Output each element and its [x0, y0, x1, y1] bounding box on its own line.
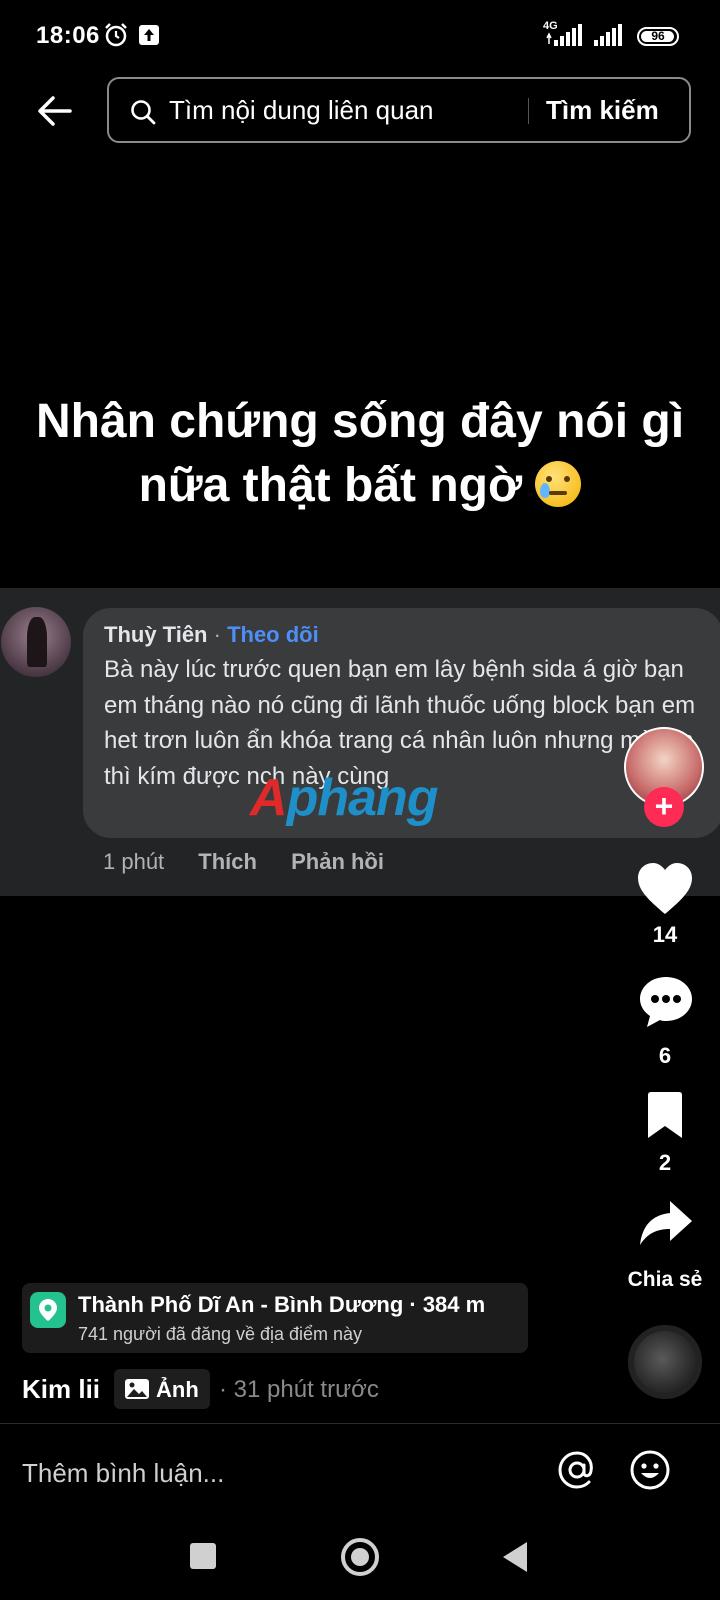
headline-line-2: nữa thật bất ngờ [0, 454, 720, 518]
bookmark-icon[interactable] [645, 1092, 685, 1140]
comment-author: Thuỳ Tiên [104, 622, 208, 647]
watermark-first: A [250, 769, 288, 827]
battery-text: 96 [651, 29, 665, 43]
location-pin-icon [30, 1292, 66, 1328]
home-button[interactable] [341, 1538, 379, 1576]
commenter-avatar [1, 607, 71, 677]
alarm-icon [105, 23, 127, 47]
comment-follow-link: Theo dõi [227, 622, 319, 647]
comment-reply-label: Phản hồi [291, 849, 384, 874]
comment-header: Thuỳ Tiên · Theo dõi [104, 622, 319, 648]
music-disc-icon[interactable] [628, 1325, 702, 1399]
location-title: Thành Phố Dĩ An - Bình Dương · 384 m [78, 1292, 486, 1317]
crying-smile-emoji-icon [535, 461, 582, 507]
heart-icon[interactable] [636, 862, 694, 916]
comment-bubble-icon[interactable] [638, 975, 694, 1029]
image-icon [125, 1379, 149, 1399]
save-count: 2 [658, 1150, 672, 1175]
comment-input[interactable]: Thêm bình luận... [22, 1458, 224, 1489]
like-count: 14 [652, 922, 678, 947]
search-bar[interactable]: Tìm nội dung liên quan Tìm kiếm [107, 77, 691, 143]
battery-icon: 96 [637, 27, 679, 46]
signal-icon [594, 24, 622, 46]
location-subtitle: 741 người đã đăng về địa điểm này [78, 1324, 363, 1344]
recent-apps-button[interactable] [190, 1543, 216, 1569]
composer-divider [0, 1423, 720, 1424]
search-input[interactable]: Tìm nội dung liên quan [169, 95, 434, 126]
location-chip[interactable]: Thành Phố Dĩ An - Bình Dương · 384 m 741… [22, 1283, 528, 1353]
post-headline: Nhân chứng sống đây nói gì nữa thật bất … [0, 390, 720, 518]
search-divider [528, 98, 529, 124]
author-name[interactable]: Kim lii [22, 1374, 100, 1405]
watermark-logo: Aphang [250, 768, 439, 828]
emoji-icon[interactable] [629, 1449, 671, 1491]
nav-back-button[interactable] [503, 1542, 527, 1572]
follow-plus-button[interactable]: + [644, 787, 684, 827]
comment-count: 6 [658, 1043, 672, 1068]
photo-label: Ảnh [156, 1377, 199, 1402]
search-button[interactable]: Tìm kiếm [546, 95, 659, 126]
signal-icon [546, 24, 582, 46]
upload-icon [139, 25, 159, 45]
share-arrow-icon[interactable] [638, 1199, 694, 1247]
mention-icon[interactable] [556, 1449, 598, 1491]
comment-like-label: Thích [198, 849, 257, 874]
status-time: 18:06 [36, 22, 100, 49]
comment-separator: · [207, 622, 228, 647]
headline-line-2-text: nữa thật bất ngờ [138, 459, 523, 512]
back-arrow-icon[interactable] [34, 90, 76, 132]
watermark-rest: phang [286, 769, 439, 827]
photo-badge: Ảnh [114, 1369, 210, 1409]
headline-line-1: Nhân chứng sống đây nói gì [35, 395, 685, 448]
comment-actions: 1 phút Thích Phản hồi [103, 849, 412, 875]
share-label: Chia sẻ [627, 1268, 703, 1291]
search-icon [131, 100, 156, 125]
status-bar: 18:06 4G 96 [0, 0, 720, 72]
comment-time: 1 phút [103, 849, 165, 874]
post-time: · 31 phút trước [219, 1376, 379, 1403]
